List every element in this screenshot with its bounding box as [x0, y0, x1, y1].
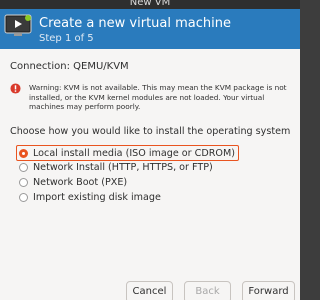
wizard-header: Create a new virtual machine Step 1 of 5 [0, 9, 300, 49]
forward-button[interactable]: Forward [242, 281, 295, 300]
window-titlebar: New VM [0, 0, 300, 9]
radio-icon[interactable] [19, 162, 28, 172]
new-vm-dialog: Create a new virtual machine Step 1 of 5… [0, 9, 300, 300]
option-network-install[interactable]: Network Install (HTTP, HTTPS, or FTP) [17, 160, 213, 174]
warning-icon [10, 83, 21, 94]
radio-icon[interactable] [19, 177, 28, 187]
wizard-step: Step 1 of 5 [39, 33, 94, 44]
radio-icon[interactable] [19, 192, 28, 202]
window-title: New VM [129, 0, 171, 8]
option-import-disk-image[interactable]: Import existing disk image [17, 190, 161, 204]
option-local-install-media[interactable]: Local install media (ISO image or CDROM) [16, 145, 239, 161]
option-label: Network Install (HTTP, HTTPS, or FTP) [33, 161, 213, 173]
cancel-button[interactable]: Cancel [126, 281, 173, 300]
option-label: Network Boot (PXE) [33, 176, 128, 188]
connection-label: Connection: QEMU/KVM [10, 61, 129, 72]
back-button[interactable]: Back [184, 281, 231, 300]
install-method-prompt: Choose how you would like to install the… [10, 126, 291, 137]
wizard-title: Create a new virtual machine [39, 16, 231, 31]
monitor-play-icon [4, 14, 32, 36]
kvm-warning-text: Warning: KVM is not available. This may … [29, 83, 287, 111]
option-network-boot[interactable]: Network Boot (PXE) [17, 175, 127, 189]
option-label: Local install media (ISO image or CDROM) [33, 147, 235, 159]
option-label: Import existing disk image [33, 191, 161, 203]
radio-selected-icon[interactable] [19, 148, 28, 158]
